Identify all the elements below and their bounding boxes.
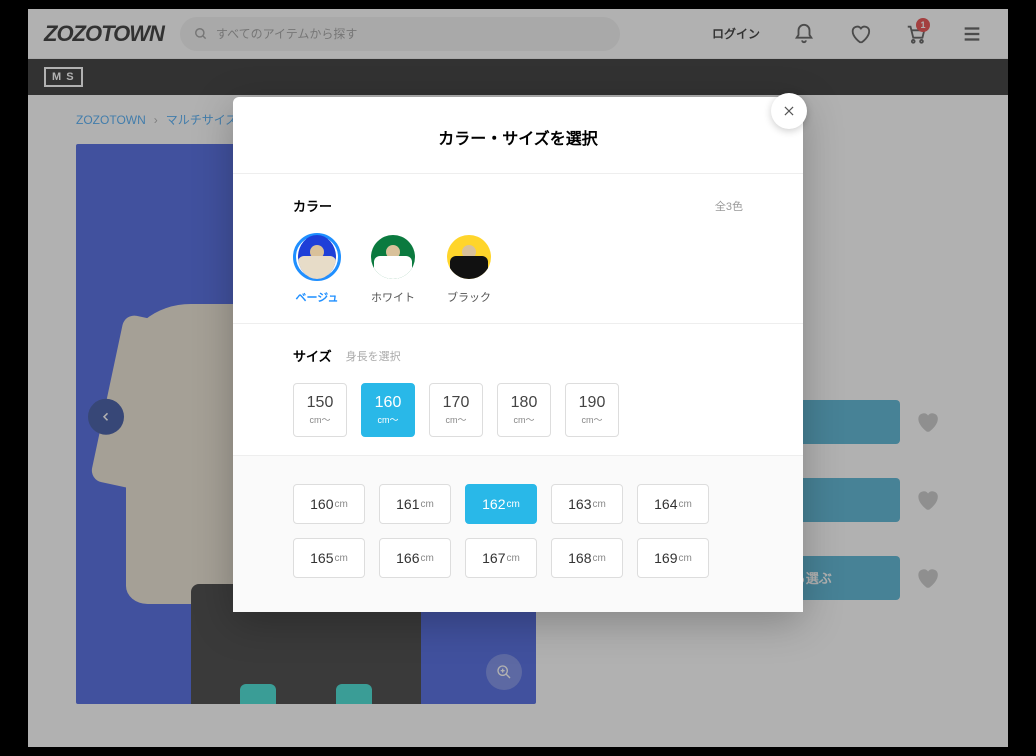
modal-close-button[interactable] (771, 93, 807, 129)
size-option-164[interactable]: 164cm (637, 484, 709, 524)
color-size-modal: カラー・サイズを選択 カラー 全3色 ベージュ ホワイト ブラック サイズ 身長を選… (233, 97, 803, 612)
color-option-label: ブラック (447, 289, 491, 305)
height-range-180[interactable]: 180cm～ (497, 383, 551, 437)
size-option-160[interactable]: 160cm (293, 484, 365, 524)
close-icon (782, 104, 796, 118)
color-section: カラー 全3色 ベージュ ホワイト ブラック (233, 174, 803, 324)
color-section-label: カラー (293, 196, 332, 215)
device-frame: ZOZOTOWN すべてのアイテムから探す ログイン 1 M S ZOZOTOW… (0, 0, 1036, 756)
size-section: サイズ 身長を選択 150cm～ 160cm～ 170cm～ 180cm～ 190cm～ (233, 324, 803, 456)
size-hint-label: 身長を選択 (346, 348, 401, 364)
size-option-162[interactable]: 162cm (465, 484, 537, 524)
size-option-168[interactable]: 168cm (551, 538, 623, 578)
size-option-166[interactable]: 166cm (379, 538, 451, 578)
modal-scrim[interactable]: カラー・サイズを選択 カラー 全3色 ベージュ ホワイト ブラック サイズ 身長を選… (28, 9, 1008, 747)
height-range-170[interactable]: 170cm～ (429, 383, 483, 437)
height-range-190[interactable]: 190cm～ (565, 383, 619, 437)
size-option-163[interactable]: 163cm (551, 484, 623, 524)
color-option-label: ホワイト (371, 289, 415, 305)
exact-size-section: 160cm 161cm 162cm 163cm 164cm 165cm 166cm 167c… (233, 456, 803, 612)
size-option-161[interactable]: 161cm (379, 484, 451, 524)
size-option-167[interactable]: 167cm (465, 538, 537, 578)
modal-title: カラー・サイズを選択 (233, 97, 803, 174)
height-range-160[interactable]: 160cm～ (361, 383, 415, 437)
height-range-150[interactable]: 150cm～ (293, 383, 347, 437)
app-window: ZOZOTOWN すべてのアイテムから探す ログイン 1 M S ZOZOTOW… (28, 9, 1008, 747)
size-section-label: サイズ (293, 346, 332, 365)
color-count-label: 全3色 (715, 198, 743, 214)
size-option-169[interactable]: 169cm (637, 538, 709, 578)
color-option-label: ベージュ (295, 289, 338, 305)
color-option-white[interactable]: ホワイト (369, 233, 417, 305)
size-option-165[interactable]: 165cm (293, 538, 365, 578)
color-option-beige[interactable]: ベージュ (293, 233, 341, 305)
color-option-black[interactable]: ブラック (445, 233, 493, 305)
